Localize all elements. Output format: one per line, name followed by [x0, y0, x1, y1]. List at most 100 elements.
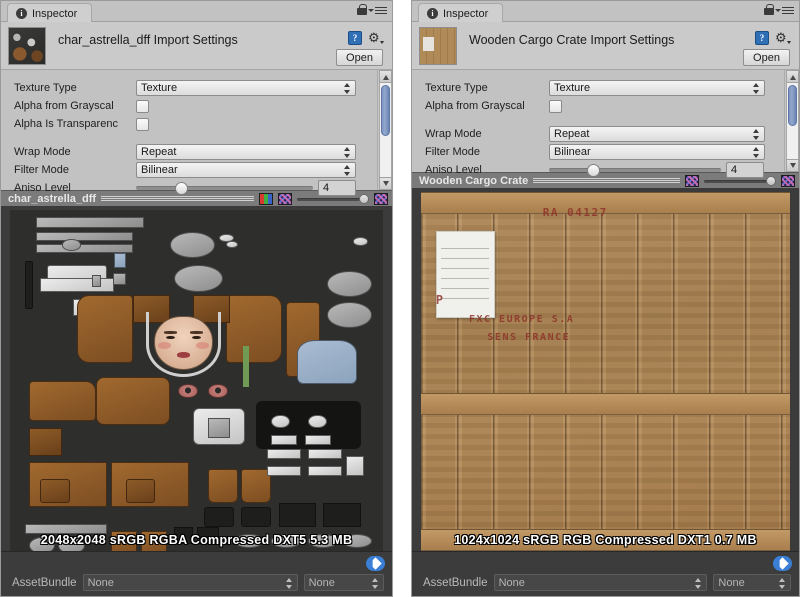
inspector-panel-right: i Inspector Wooden Cargo Crate Import Se… — [411, 0, 800, 597]
filter-mode-value: Bilinear — [554, 146, 591, 158]
label-wrap-mode: Wrap Mode — [14, 146, 71, 158]
aniso-level-slider[interactable] — [549, 164, 721, 177]
chevron-updown-icon — [753, 83, 760, 94]
texture-type-value: Texture — [141, 82, 178, 94]
chevron-updown-icon — [695, 578, 702, 589]
gear-icon[interactable]: ⚙ — [368, 31, 384, 45]
asset-label-tag-icon[interactable] — [773, 556, 792, 571]
scroll-down-arrow-icon[interactable] — [785, 159, 799, 172]
wooden-crate-texture: RA 04127 P FXC EUROPE S.A SENS FRANCE — [421, 192, 790, 551]
property-alpha-from-grayscale: Alpha from Grayscal — [412, 97, 784, 115]
mip-slider-handle[interactable] — [766, 175, 776, 186]
scroll-up-arrow-icon[interactable] — [378, 70, 392, 83]
texture-info-overlay: 2048x2048 sRGB RGBA Compressed DXT5 5.3 … — [40, 533, 353, 547]
chevron-updown-icon — [344, 147, 351, 158]
paper-label — [435, 231, 495, 318]
asset-thumbnail — [8, 27, 46, 65]
lock-icon[interactable] — [357, 4, 367, 16]
texture-type-dropdown[interactable]: Texture — [549, 80, 765, 96]
label-aniso-level: Aniso Level — [425, 164, 482, 176]
chevron-updown-icon — [285, 578, 293, 589]
hamburger-menu-icon[interactable] — [775, 5, 794, 16]
slider-handle[interactable] — [174, 182, 188, 195]
properties-list: Texture Type Texture Alpha from Grayscal… — [1, 70, 377, 196]
assetbundle-label: AssetBundle — [12, 576, 77, 589]
chevron-updown-icon — [344, 83, 351, 94]
texture-preview-area[interactable]: 2048x2048 sRGB RGBA Compressed DXT5 5.3 … — [1, 207, 392, 551]
info-icon: i — [16, 8, 27, 19]
scrollbar-track[interactable] — [378, 83, 392, 177]
page-title: Wooden Cargo Crate Import Settings — [469, 33, 675, 47]
label-aniso-level: Aniso Level — [14, 182, 71, 194]
drag-grip-handle[interactable] — [101, 195, 254, 202]
scroll-down-arrow-icon[interactable] — [378, 177, 392, 190]
label-texture-type: Texture Type — [14, 82, 77, 94]
hamburger-menu-icon[interactable] — [368, 5, 387, 16]
help-book-icon[interactable]: ? — [348, 31, 362, 45]
object-header: char_astrella_dff Import Settings ? ⚙ Op… — [1, 22, 392, 70]
chevron-updown-icon — [344, 165, 351, 176]
alpha-is-transparency-checkbox[interactable] — [136, 117, 149, 131]
stencil-text-1: P — [435, 292, 445, 307]
tab-label: Inspector — [443, 7, 489, 20]
scrollbar-track[interactable] — [785, 83, 799, 159]
assetbundle-variant-dropdown[interactable]: None — [713, 574, 791, 591]
properties-body: Texture Type Texture Alpha from Grayscal… — [1, 70, 392, 196]
tab-tools — [764, 4, 794, 16]
footer-bar: AssetBundle None None — [1, 551, 392, 596]
open-button[interactable]: Open — [336, 49, 383, 66]
mip-slider-handle[interactable] — [359, 193, 369, 204]
chevron-updown-icon — [371, 578, 379, 589]
wrap-mode-dropdown[interactable]: Repeat — [136, 144, 356, 160]
tab-label: Inspector — [32, 7, 78, 20]
scroll-up-arrow-icon[interactable] — [785, 70, 799, 83]
tab-tools — [357, 4, 387, 16]
vertical-scrollbar[interactable] — [784, 70, 799, 172]
wrap-mode-value: Repeat — [141, 146, 177, 158]
texture-info-overlay: 1024x1024 sRGB RGB Compressed DXT1 0.7 M… — [454, 533, 757, 547]
tab-inspector[interactable]: i Inspector — [418, 3, 504, 23]
stencil-text-3: SENS FRANCE — [487, 332, 571, 343]
assetbundle-row: AssetBundle None None — [412, 574, 799, 591]
filter-mode-dropdown[interactable]: Bilinear — [549, 144, 765, 160]
info-icon: i — [427, 8, 438, 19]
assetbundle-row: AssetBundle None None — [1, 574, 392, 591]
tab-strip: i Inspector — [412, 1, 799, 23]
wrap-mode-dropdown[interactable]: Repeat — [549, 126, 765, 142]
tab-inspector[interactable]: i Inspector — [7, 3, 93, 23]
assetbundle-variant-dropdown[interactable]: None — [303, 574, 384, 591]
mip-level-slider[interactable] — [297, 193, 369, 205]
slider-handle[interactable] — [586, 164, 600, 177]
scrollbar-thumb[interactable] — [380, 84, 390, 136]
property-alpha-from-grayscale: Alpha from Grayscal — [1, 97, 377, 115]
aniso-level-slider[interactable] — [136, 182, 313, 195]
property-wrap-mode: Wrap Mode Repeat — [1, 143, 377, 161]
gear-icon[interactable]: ⚙ — [775, 31, 791, 45]
filter-mode-dropdown[interactable]: Bilinear — [136, 162, 356, 178]
label-wrap-mode: Wrap Mode — [425, 128, 482, 140]
assetbundle-name-dropdown[interactable]: None — [82, 574, 298, 591]
texture-type-dropdown[interactable]: Texture — [136, 80, 356, 96]
property-filter-mode: Filter Mode Bilinear — [412, 143, 784, 161]
open-button[interactable]: Open — [743, 49, 790, 66]
lock-icon[interactable] — [764, 4, 774, 16]
drag-grip-handle[interactable] — [533, 177, 680, 184]
property-alpha-is-transparency: Alpha Is Transparenc — [1, 115, 377, 133]
alpha-from-grayscale-checkbox[interactable] — [549, 99, 562, 113]
assetbundle-name-value: None — [87, 576, 114, 589]
vertical-scrollbar[interactable] — [377, 70, 392, 190]
wrap-mode-value: Repeat — [554, 128, 590, 140]
alpha-from-grayscale-checkbox[interactable] — [136, 99, 149, 113]
assetbundle-name-dropdown[interactable]: None — [493, 574, 708, 591]
scrollbar-thumb[interactable] — [787, 84, 797, 126]
asset-label-tag-icon[interactable] — [366, 556, 385, 571]
help-book-icon[interactable]: ? — [755, 31, 769, 45]
label-alpha-is-transparency: Alpha Is Transparenc — [14, 118, 118, 130]
chevron-updown-icon — [753, 129, 760, 140]
texture-preview-area[interactable]: RA 04127 P FXC EUROPE S.A SENS FRANCE 10… — [412, 189, 799, 551]
character-texture-atlas — [10, 210, 383, 551]
assetbundle-name-value: None — [498, 576, 525, 589]
mip-level-slider[interactable] — [704, 175, 776, 187]
